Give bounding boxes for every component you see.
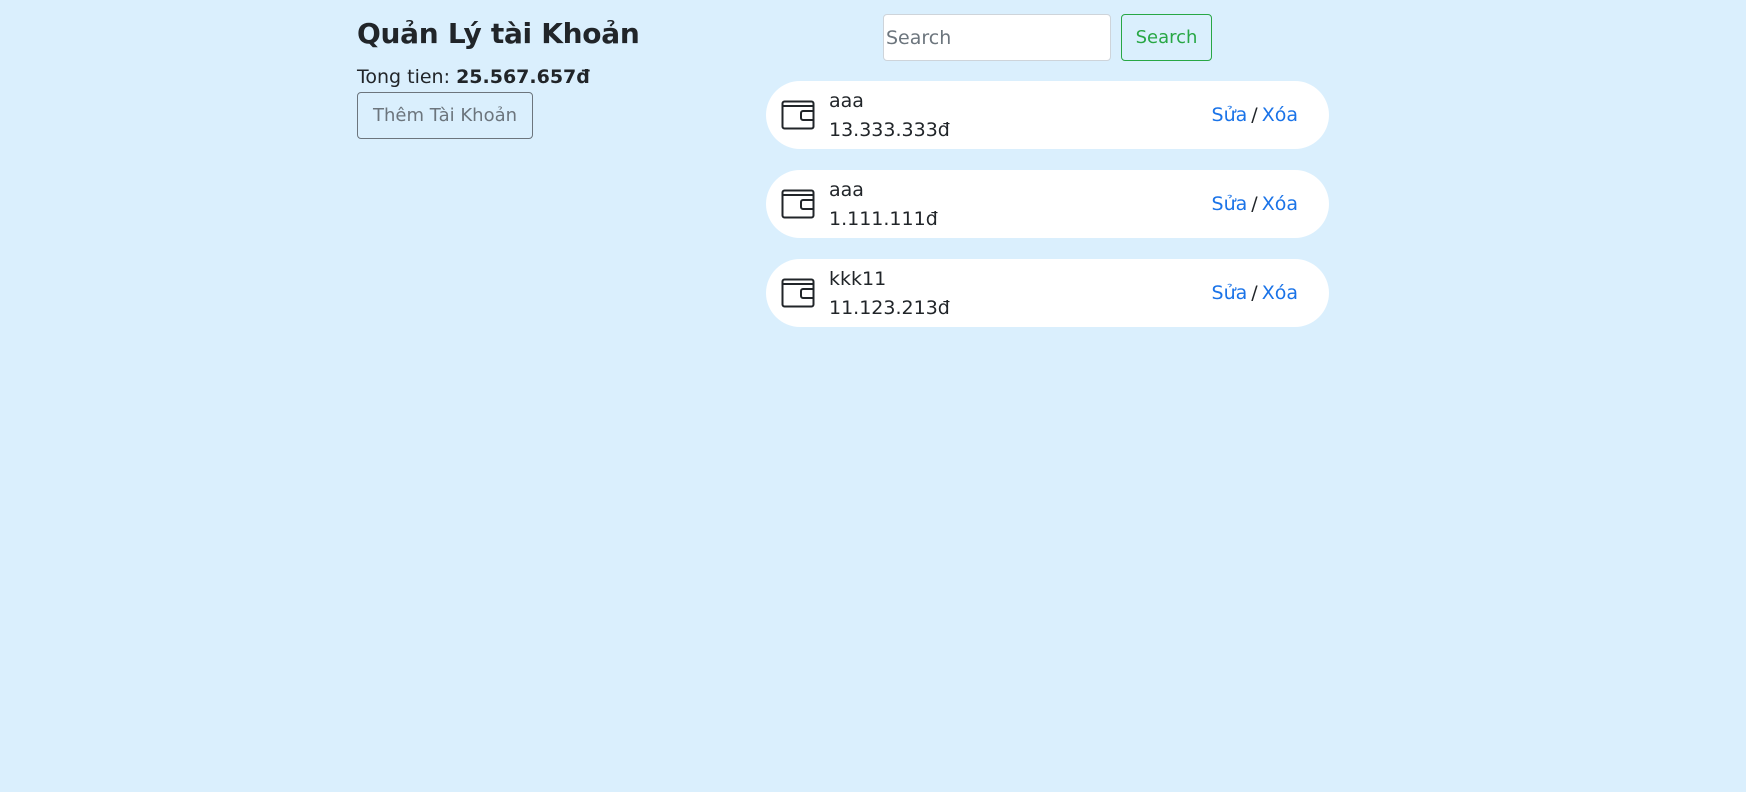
action-separator: /: [1251, 193, 1258, 215]
edit-link[interactable]: Sửa: [1212, 193, 1248, 215]
search-button[interactable]: Search: [1121, 14, 1212, 61]
wallet-icon: [781, 278, 815, 308]
account-name: aaa: [829, 179, 864, 201]
account-info: aaa 1.111.111đ: [829, 178, 938, 232]
account-balance: 1.111.111đ: [829, 208, 938, 230]
edit-link[interactable]: Sửa: [1212, 282, 1248, 304]
account-name: aaa: [829, 90, 864, 112]
account-card: aaa 13.333.333đ Sửa / Xóa: [766, 81, 1329, 149]
account-name: kkk11: [829, 268, 887, 290]
account-actions: Sửa / Xóa: [1212, 259, 1298, 327]
account-actions: Sửa / Xóa: [1212, 81, 1298, 149]
account-summary-panel: Quản Lý tài Khoản Tong tien: 25.567.657đ…: [357, 14, 737, 139]
total-value: 25.567.657đ: [456, 66, 590, 88]
search-input[interactable]: [883, 14, 1111, 61]
action-separator: /: [1251, 104, 1258, 126]
account-list: aaa 13.333.333đ Sửa / Xóa aaa 1.111.111đ S…: [766, 81, 1329, 348]
total-label: Tong tien:: [357, 66, 451, 88]
total-balance: Tong tien: 25.567.657đ: [357, 64, 737, 90]
account-balance: 11.123.213đ: [829, 297, 950, 319]
account-actions: Sửa / Xóa: [1212, 170, 1298, 238]
account-info: kkk11 11.123.213đ: [829, 267, 950, 321]
action-separator: /: [1251, 282, 1258, 304]
delete-link[interactable]: Xóa: [1262, 282, 1298, 304]
edit-link[interactable]: Sửa: [1212, 104, 1248, 126]
wallet-icon: [781, 189, 815, 219]
delete-link[interactable]: Xóa: [1262, 193, 1298, 215]
wallet-icon: [781, 100, 815, 130]
add-account-button[interactable]: Thêm Tài Khoản: [357, 92, 534, 139]
page-title: Quản Lý tài Khoản: [357, 17, 640, 50]
account-info: aaa 13.333.333đ: [829, 89, 950, 143]
account-card: kkk11 11.123.213đ Sửa / Xóa: [766, 259, 1329, 327]
delete-link[interactable]: Xóa: [1262, 104, 1298, 126]
account-card: aaa 1.111.111đ Sửa / Xóa: [766, 170, 1329, 238]
search-bar: Search: [883, 14, 1212, 61]
account-balance: 13.333.333đ: [829, 119, 950, 141]
